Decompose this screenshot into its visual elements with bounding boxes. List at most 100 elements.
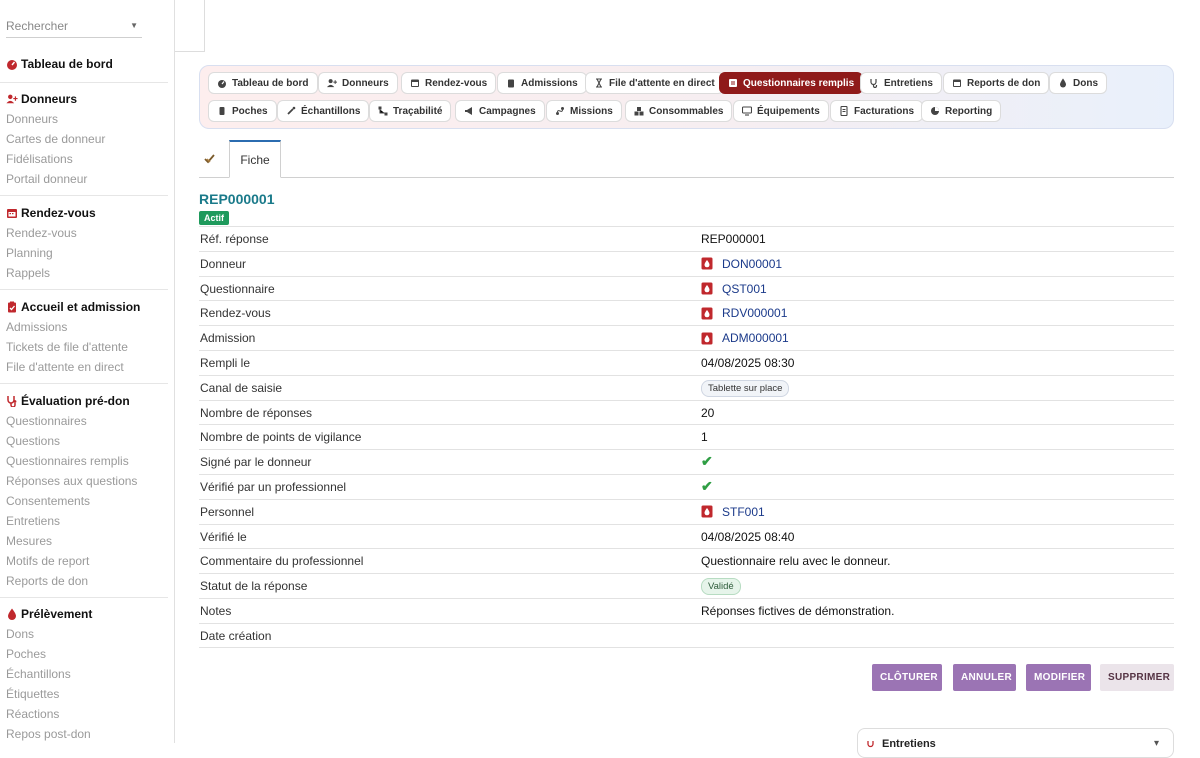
bag-icon xyxy=(217,106,227,116)
sidebar-item-reponses[interactable]: Réponses aux questions xyxy=(0,471,168,491)
detail-row: Questionnaire QST001 xyxy=(199,275,1174,301)
row-label: Nombre de points de vigilance xyxy=(200,430,362,445)
row-label: Rendez-vous xyxy=(200,306,271,321)
nav-pill-tracabilite[interactable]: Traçabilité xyxy=(369,100,452,122)
sidebar-item-mesures[interactable]: Mesures xyxy=(0,531,168,551)
sidebar-item-etiquettes[interactable]: Étiquettes xyxy=(0,684,168,704)
detail-row: Nombre de points de vigilance 1 xyxy=(199,424,1174,449)
nav-pill-questionnaires-remplis[interactable]: Questionnaires remplis xyxy=(719,72,864,94)
link-text[interactable]: QST001 xyxy=(722,282,767,296)
sidebar-item-portail[interactable]: Portail donneur xyxy=(0,169,168,189)
nav-pill-consommables[interactable]: Consommables xyxy=(625,100,733,122)
sidebar-item-fidelisations[interactable]: Fidélisations xyxy=(0,149,168,169)
pill-label: Questionnaires remplis xyxy=(743,77,855,89)
donneur-link[interactable]: DON00001 xyxy=(701,257,782,271)
clipboard-icon xyxy=(506,78,516,88)
row-value: 04/08/2025 08:40 xyxy=(701,529,795,544)
sidebar-item-repos[interactable]: Repos post-don xyxy=(0,724,168,743)
sidebar-item-admissions[interactable]: Admissions xyxy=(0,317,168,337)
pill-label: Reports de don xyxy=(967,77,1041,89)
section-title-text: Évaluation pré-don xyxy=(21,394,130,408)
nav-pill-campagnes[interactable]: Campagnes xyxy=(455,100,545,122)
cancel-button[interactable]: ANNULER xyxy=(953,664,1016,691)
sidebar-item-rappels[interactable]: Rappels xyxy=(0,263,168,283)
record-tabs: Fiche xyxy=(199,140,1174,178)
link-text[interactable]: STF001 xyxy=(722,505,765,519)
sidebar-item-entretiens[interactable]: Entretiens xyxy=(0,511,168,531)
nav-pill-entretiens[interactable]: Entretiens xyxy=(860,72,942,94)
rendez-vous-link[interactable]: RDV000001 xyxy=(701,306,787,320)
sidebar-item-label: Tableau de bord xyxy=(21,57,113,71)
sidebar-item-cartes[interactable]: Cartes de donneur xyxy=(0,129,168,149)
sidebar-item-dons[interactable]: Dons xyxy=(0,624,168,644)
sidebar-item-dashboard[interactable]: Tableau de bord xyxy=(0,54,168,74)
sidebar-item-reports[interactable]: Reports de don xyxy=(0,571,168,591)
detail-row: Donneur DON00001 xyxy=(199,250,1174,276)
detail-row: Vérifié le 04/08/2025 08:40 xyxy=(199,523,1174,549)
delete-button[interactable]: SUPPRIMER xyxy=(1100,664,1174,691)
chevron-down-icon[interactable]: ▼ xyxy=(130,14,138,38)
questionnaire-link[interactable]: QST001 xyxy=(701,282,767,296)
sidebar-item-donneurs[interactable]: Donneurs xyxy=(0,109,168,129)
nav-pill-echantillons[interactable]: Échantillons xyxy=(277,100,370,122)
stethoscope-icon xyxy=(869,78,879,88)
personnel-link[interactable]: STF001 xyxy=(701,505,765,519)
chevron-down-icon[interactable]: ▾ xyxy=(1154,738,1159,749)
pill-label: Entretiens xyxy=(884,77,933,89)
nav-pill-missions[interactable]: Missions xyxy=(546,100,622,122)
blood-drop-icon xyxy=(701,307,713,320)
sidebar-section-dashboard: Tableau de bord xyxy=(0,52,168,74)
link-text[interactable]: ADM000001 xyxy=(722,331,789,345)
sidebar-item-questionnaires[interactable]: Questionnaires xyxy=(0,411,168,431)
section-title: Rendez-vous xyxy=(0,203,168,223)
edit-button[interactable]: MODIFIER xyxy=(1026,664,1091,691)
tab-fiche[interactable]: Fiche xyxy=(229,140,281,178)
nav-pill-file-attente[interactable]: File d'attente en direct xyxy=(585,72,724,94)
pill-label: Traçabilité xyxy=(393,105,443,117)
stethoscope-icon xyxy=(6,395,18,407)
row-value: Validé xyxy=(701,578,741,596)
nav-pill-admissions[interactable]: Admissions xyxy=(497,72,587,94)
nav-pill-facturations[interactable]: Facturations xyxy=(830,100,924,122)
detail-row: Nombre de réponses 20 xyxy=(199,399,1174,425)
hourglass-icon xyxy=(594,78,604,88)
sidebar-item-reactions[interactable]: Réactions xyxy=(0,704,168,724)
detail-row: Canal de saisie Tablette sur place xyxy=(199,374,1174,400)
row-label: Vérifié le xyxy=(200,529,247,544)
link-text[interactable]: DON00001 xyxy=(722,257,782,271)
sidebar-item-planning[interactable]: Planning xyxy=(0,243,168,263)
nav-pill-donneurs[interactable]: Donneurs xyxy=(318,72,398,94)
record-details: Réf. réponse REP000001 Donneur DON00001 … xyxy=(199,226,1174,648)
nav-pill-dons[interactable]: Dons xyxy=(1049,72,1107,94)
sidebar-item-echantillons[interactable]: Échantillons xyxy=(0,664,168,684)
admission-link[interactable]: ADM000001 xyxy=(701,331,789,345)
sidebar-item-consentements[interactable]: Consentements xyxy=(0,491,168,511)
sidebar-item-questions[interactable]: Questions xyxy=(0,431,168,451)
detail-row: Admission ADM000001 xyxy=(199,325,1174,350)
pipette-icon xyxy=(286,106,296,116)
gauge-icon xyxy=(217,78,227,88)
entretiens-panel[interactable]: Entretiens ▾ xyxy=(857,728,1174,758)
pill-label: Dons xyxy=(1073,77,1098,89)
sidebar-item-rendez-vous[interactable]: Rendez-vous xyxy=(0,223,168,243)
nav-pill-reports-de-don[interactable]: Reports de don xyxy=(943,72,1050,94)
link-text[interactable]: RDV000001 xyxy=(722,306,787,320)
close-record-button[interactable]: CLÔTURER xyxy=(872,664,942,691)
pill-label: Poches xyxy=(232,105,268,117)
nav-pill-reporting[interactable]: Reporting xyxy=(921,100,1002,122)
boxes-icon xyxy=(634,106,644,116)
nav-pill-poches[interactable]: Poches xyxy=(208,100,277,122)
calendar-icon xyxy=(952,78,962,88)
double-check-icon[interactable] xyxy=(203,152,217,166)
sidebar-item-motifs[interactable]: Motifs de report xyxy=(0,551,168,571)
detail-row: Statut de la réponse Validé xyxy=(199,573,1174,598)
nav-pill-equipements[interactable]: Équipements xyxy=(733,100,829,122)
nav-pill-tableau-de-bord[interactable]: Tableau de bord xyxy=(208,72,318,94)
sidebar-item-poches[interactable]: Poches xyxy=(0,644,168,664)
sidebar-item-questionnaires-remplis[interactable]: Questionnaires remplis xyxy=(0,451,168,471)
nav-pill-rendez-vous[interactable]: Rendez-vous xyxy=(401,72,497,94)
calendar-icon xyxy=(410,78,420,88)
sidebar-item-file-attente[interactable]: File d'attente en direct xyxy=(0,357,168,377)
search-input[interactable]: Rechercher ▼ xyxy=(6,14,142,38)
sidebar-item-tickets[interactable]: Tickets de file d'attente xyxy=(0,337,168,357)
